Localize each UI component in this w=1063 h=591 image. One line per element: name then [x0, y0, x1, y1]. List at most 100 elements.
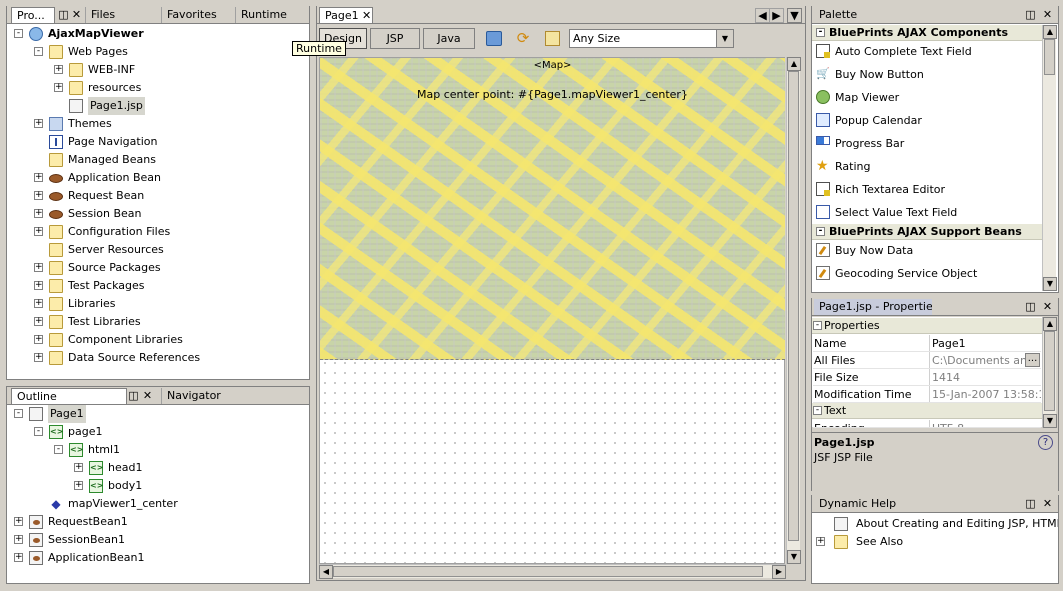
- tab-projects[interactable]: Pro...: [11, 7, 55, 23]
- scroll-down-icon[interactable]: ▼: [1043, 414, 1057, 428]
- project-tree-node[interactable]: + Data Source References: [7, 349, 307, 367]
- text-section-header[interactable]: - Text: [812, 403, 1042, 419]
- maximize-icon[interactable]: ◫: [1024, 497, 1037, 510]
- palette-item[interactable]: Rich Textarea Editor: [812, 178, 1042, 201]
- scroll-up-icon[interactable]: ▲: [1043, 25, 1057, 39]
- scroll-up-icon[interactable]: ▲: [787, 57, 801, 71]
- project-tree-node[interactable]: Managed Beans: [7, 151, 307, 169]
- scroll-right-icon[interactable]: ▶: [772, 565, 786, 579]
- palette-item[interactable]: Map Viewer: [812, 86, 1042, 109]
- close-icon[interactable]: ✕: [141, 389, 154, 402]
- collapse-icon[interactable]: -: [813, 406, 822, 415]
- outline-tree-node[interactable]: - <> page1: [7, 423, 307, 441]
- project-tree-node[interactable]: + Request Bean: [7, 187, 307, 205]
- outline-tree-node[interactable]: + ApplicationBean1: [7, 549, 307, 567]
- project-tree-node[interactable]: Page Navigation: [7, 133, 307, 151]
- palette-vertical-scrollbar[interactable]: ▲ ▼: [1042, 25, 1057, 291]
- scroll-down-icon[interactable]: ▼: [1043, 277, 1057, 291]
- property-value[interactable]: 1414: [929, 369, 1041, 385]
- expand-icon[interactable]: +: [14, 553, 23, 562]
- expand-icon[interactable]: +: [34, 317, 43, 326]
- scroll-right-icon[interactable]: ▶: [769, 8, 784, 23]
- project-tree-node[interactable]: + Component Libraries: [7, 331, 307, 349]
- project-tree-node[interactable]: + resources: [7, 79, 307, 97]
- java-view-button[interactable]: Java: [423, 28, 475, 49]
- project-tree-node[interactable]: - AjaxMapViewer: [7, 25, 307, 43]
- close-icon[interactable]: ✕: [1041, 8, 1054, 21]
- help-tree-node[interactable]: About Creating and Editing JSP, HTML, an: [812, 515, 1058, 533]
- project-tree-node[interactable]: + Source Packages: [7, 259, 307, 277]
- help-icon[interactable]: ?: [1038, 435, 1053, 450]
- collapse-icon[interactable]: -: [14, 409, 23, 418]
- help-tree-node[interactable]: + See Also: [812, 533, 1058, 551]
- palette-item[interactable]: ★ Rating: [812, 155, 1042, 178]
- outline-tree-node[interactable]: + RequestBean1: [7, 513, 307, 531]
- expand-icon[interactable]: +: [34, 281, 43, 290]
- expand-icon[interactable]: +: [34, 191, 43, 200]
- expand-icon[interactable]: +: [34, 227, 43, 236]
- collapse-icon[interactable]: -: [816, 28, 825, 37]
- project-tree-node[interactable]: + Libraries: [7, 295, 307, 313]
- project-tree-node[interactable]: + Configuration Files: [7, 223, 307, 241]
- project-tree-node[interactable]: + Test Libraries: [7, 313, 307, 331]
- close-icon[interactable]: ✕: [1041, 497, 1054, 510]
- scroll-thumb[interactable]: [1044, 39, 1055, 75]
- project-tree-node[interactable]: + Test Packages: [7, 277, 307, 295]
- editor-vertical-scrollbar[interactable]: ▲ ▼: [786, 57, 801, 564]
- collapse-icon[interactable]: -: [816, 227, 825, 236]
- refresh-icon[interactable]: ⟳: [515, 30, 531, 46]
- expand-icon[interactable]: +: [816, 537, 825, 546]
- palette-item[interactable]: Progress Bar: [812, 132, 1042, 155]
- editor-horizontal-scrollbar[interactable]: ◀ ▶: [319, 564, 786, 579]
- outline-tree-node[interactable]: + <> head1: [7, 459, 307, 477]
- expand-icon[interactable]: +: [34, 209, 43, 218]
- size-select[interactable]: Any Size ▼: [569, 29, 734, 48]
- collapse-icon[interactable]: -: [813, 321, 822, 330]
- target-browser-icon[interactable]: [545, 31, 560, 46]
- preview-browser-icon[interactable]: [486, 31, 502, 46]
- palette-item[interactable]: 🛒 Buy Now Button: [812, 63, 1042, 86]
- close-icon[interactable]: ✕: [70, 8, 83, 21]
- tab-outline[interactable]: Outline: [11, 388, 127, 404]
- properties-vertical-scrollbar[interactable]: ▲ ▼: [1042, 317, 1057, 428]
- expand-icon[interactable]: +: [34, 335, 43, 344]
- palette-item[interactable]: Select Value Text Field: [812, 201, 1042, 224]
- property-row[interactable]: File Size 1414: [813, 369, 1041, 386]
- window-list-icon[interactable]: ▼: [787, 8, 802, 23]
- scroll-thumb[interactable]: [333, 566, 763, 577]
- chevron-down-icon[interactable]: ▼: [716, 30, 733, 47]
- project-tree-node[interactable]: Page1.jsp: [7, 97, 307, 115]
- project-tree-node[interactable]: + WEB-INF: [7, 61, 307, 79]
- palette-item[interactable]: Auto Complete Text Field: [812, 40, 1042, 63]
- ellipsis-button[interactable]: ...: [1025, 353, 1040, 367]
- collapse-icon[interactable]: -: [34, 47, 43, 56]
- expand-icon[interactable]: +: [54, 65, 63, 74]
- tab-runtime[interactable]: Runtime: [235, 7, 309, 23]
- property-row[interactable]: Modification Time 15-Jan-2007 13:58:15: [813, 386, 1041, 403]
- project-tree-node[interactable]: + Themes: [7, 115, 307, 133]
- outline-tree-node[interactable]: + SessionBean1: [7, 531, 307, 549]
- property-value[interactable]: Page1: [929, 335, 1041, 351]
- expand-icon[interactable]: +: [74, 481, 83, 490]
- property-value[interactable]: 15-Jan-2007 13:58:15: [929, 386, 1041, 402]
- project-tree-node[interactable]: - Web Pages: [7, 43, 307, 61]
- palette-item[interactable]: Geocoding Service Object: [812, 262, 1042, 285]
- expand-icon[interactable]: +: [14, 535, 23, 544]
- scroll-down-icon[interactable]: ▼: [787, 550, 801, 564]
- property-row[interactable]: Name Page1: [813, 335, 1041, 352]
- maximize-icon[interactable]: ◫: [1024, 8, 1037, 21]
- expand-icon[interactable]: +: [34, 173, 43, 182]
- maximize-icon[interactable]: ◫: [1024, 300, 1037, 313]
- project-tree-node[interactable]: Server Resources: [7, 241, 307, 259]
- outline-tree-node[interactable]: - <> html1: [7, 441, 307, 459]
- map-viewer-component[interactable]: <Map> Map center point: #{Page1.mapViewe…: [320, 58, 785, 360]
- palette-item[interactable]: Popup Calendar: [812, 109, 1042, 132]
- outline-tree-node[interactable]: + <> body1: [7, 477, 307, 495]
- expand-icon[interactable]: +: [54, 83, 63, 92]
- expand-icon[interactable]: +: [34, 299, 43, 308]
- maximize-icon[interactable]: ◫: [57, 8, 70, 21]
- scroll-left-icon[interactable]: ◀: [755, 8, 770, 23]
- jsp-view-button[interactable]: JSP: [370, 28, 420, 49]
- scroll-thumb[interactable]: [1044, 331, 1055, 411]
- collapse-icon[interactable]: -: [14, 29, 23, 38]
